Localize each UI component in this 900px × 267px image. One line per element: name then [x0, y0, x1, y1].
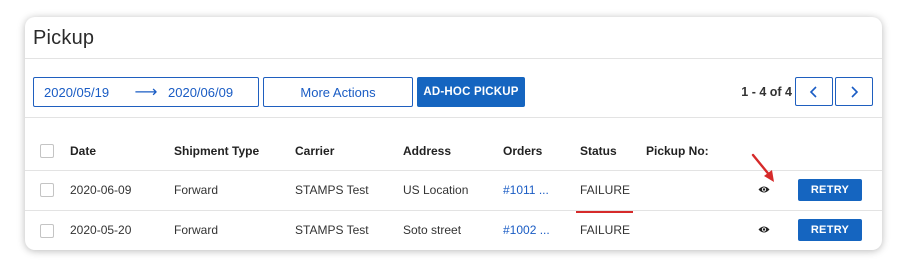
order-link[interactable]: #1002 ... [503, 223, 550, 237]
row-action-cell: RETRY [798, 210, 882, 250]
header-status: Status [580, 143, 617, 158]
row-date: 2020-05-20 [70, 223, 132, 238]
retry-button[interactable]: RETRY [798, 219, 862, 242]
row-check-cell [25, 170, 70, 210]
row-status: FAILURE [580, 183, 631, 197]
status-highlight-underline [576, 211, 633, 213]
header-action [798, 132, 882, 170]
table-row: 2020-06-09 Forward STAMPS Test US Locati… [25, 170, 882, 213]
row-status-cell: FAILURE [576, 170, 646, 213]
next-page-button[interactable] [835, 77, 873, 106]
date-start: 2020/05/19 [44, 84, 110, 100]
header-date: Date [70, 143, 97, 158]
page-title: Pickup [33, 27, 95, 49]
pickup-table: Date Shipment Type Carrier Address Order… [25, 132, 882, 250]
eye-icon[interactable] [758, 183, 770, 197]
select-all-checkbox[interactable] [40, 144, 54, 159]
order-link[interactable]: #1011 ... [503, 183, 549, 197]
row-pickup-no [646, 170, 758, 210]
header-address: Address [403, 143, 452, 158]
header-view [758, 132, 798, 170]
header-carrier: Carrier [295, 143, 335, 158]
previous-page-button[interactable] [795, 77, 833, 106]
pickup-card: Pickup 2020/05/19 ⟶ 2020/06/09 More Acti… [25, 17, 882, 250]
row-action-cell: RETRY [798, 170, 882, 210]
date-range-arrow-icon: ⟶ [134, 84, 158, 101]
date-range-picker[interactable]: 2020/05/19 ⟶ 2020/06/09 [33, 77, 259, 107]
header-shipment-type: Shipment Type [174, 143, 260, 158]
eye-icon[interactable] [758, 223, 770, 237]
row-check-cell [25, 210, 70, 250]
retry-button[interactable]: RETRY [798, 179, 862, 201]
select-all-cell [25, 132, 70, 170]
header-orders: Orders [503, 143, 543, 158]
row-carrier: STAMPS Test [295, 223, 369, 238]
row-shipment-type: Forward [174, 183, 219, 197]
chevron-left-icon [809, 85, 817, 98]
chevron-right-icon [851, 85, 859, 98]
row-address: Soto street [403, 223, 462, 238]
row-checkbox[interactable] [40, 223, 54, 238]
more-actions-button[interactable]: More Actions [263, 77, 413, 107]
status-wrapper: FAILURE [576, 183, 633, 213]
row-view-cell [758, 210, 798, 250]
header-pickup-no: Pickup No: [646, 143, 709, 158]
row-orders-cell: #1011 ... [503, 170, 580, 210]
row-carrier: STAMPS Test [295, 183, 369, 197]
row-date: 2020-06-09 [70, 183, 132, 197]
row-pickup-no [646, 210, 758, 250]
row-address: US Location [403, 183, 469, 197]
row-checkbox[interactable] [40, 183, 54, 198]
row-shipment-type: Forward [174, 223, 219, 238]
table-row: 2020-05-20 Forward STAMPS Test Soto stre… [25, 210, 882, 250]
card-header: Pickup [25, 17, 882, 59]
toolbar: 2020/05/19 ⟶ 2020/06/09 More Actions AD-… [25, 59, 882, 118]
pagination-info: 1 - 4 of 4 [741, 85, 792, 99]
table-header-row: Date Shipment Type Carrier Address Order… [25, 132, 882, 170]
adhoc-pickup-button[interactable]: AD-HOC PICKUP [417, 77, 525, 107]
row-orders-cell: #1002 ... [503, 210, 580, 250]
row-status: FAILURE [580, 223, 631, 238]
date-end: 2020/06/09 [168, 84, 234, 100]
row-view-cell [758, 170, 798, 210]
